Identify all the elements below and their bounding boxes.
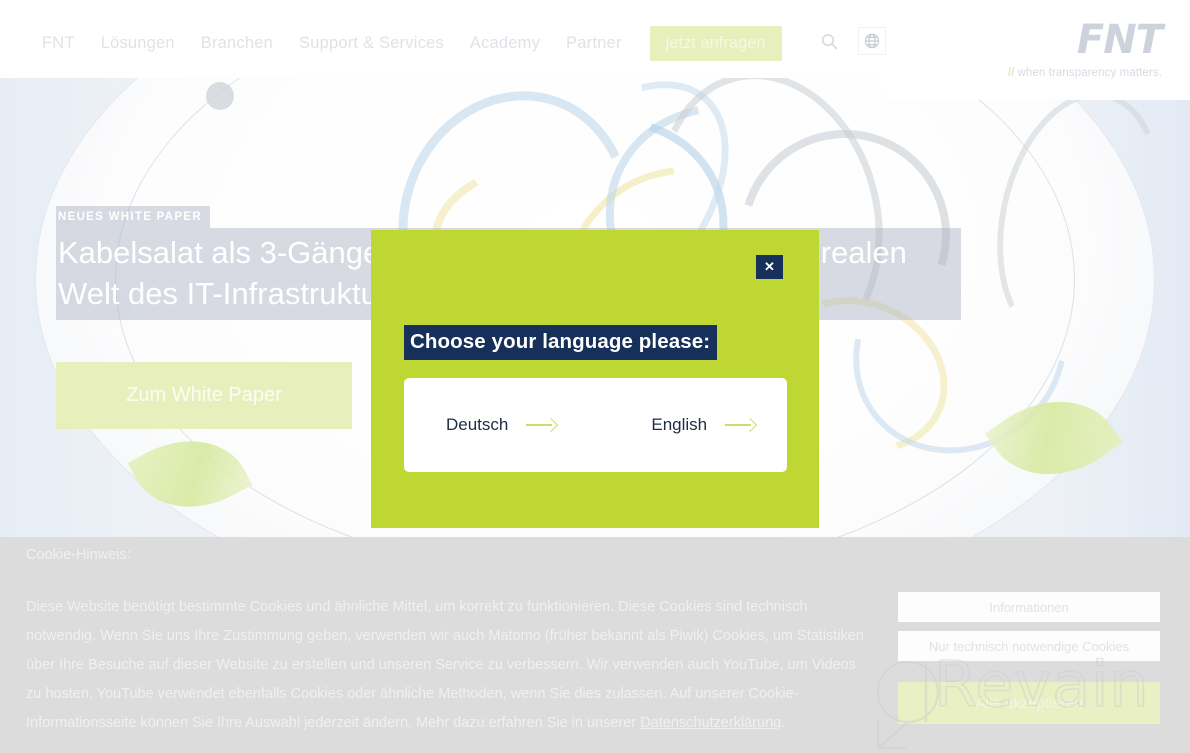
logo-tagline-text: when transparency matters.	[1017, 67, 1162, 79]
search-icon[interactable]	[816, 28, 842, 54]
logo-wordmark: FNT	[1076, 17, 1163, 63]
cookie-text-part-1: Diese Website benötigt bestimmte Cookies…	[26, 599, 864, 731]
nav-item-academy[interactable]: Academy	[470, 34, 540, 53]
main-navigation: FNT Lösungen Branchen Support & Services…	[42, 26, 782, 61]
site-header: FNT Lösungen Branchen Support & Services…	[0, 0, 1190, 100]
language-modal-heading: Choose your language please:	[404, 325, 718, 360]
cookie-text-part-2: .	[781, 715, 786, 731]
arrow-right-icon	[526, 418, 556, 432]
language-option-deutsch[interactable]: Deutsch	[446, 415, 556, 435]
hero-kicker: NEUES WHITE PAPER	[56, 206, 210, 228]
language-options-card: Deutsch English	[404, 378, 787, 472]
language-option-deutsch-label: Deutsch	[446, 415, 509, 434]
logo-tagline: //when transparency matters.	[1008, 67, 1162, 79]
nav-item-support-services[interactable]: Support & Services	[299, 34, 444, 53]
cookie-essential-button[interactable]: Nur technisch notwendige Cookies	[898, 631, 1160, 661]
nav-item-losungen[interactable]: Lösungen	[101, 34, 175, 53]
hero-white-paper-button[interactable]: Zum White Paper	[56, 362, 352, 430]
logo-tagline-slashes: //	[1007, 67, 1015, 79]
nav-item-branchen[interactable]: Branchen	[201, 34, 273, 53]
cookie-info-button[interactable]: Informationen	[898, 592, 1160, 622]
fnt-logo[interactable]: FNT //when transparency matters.	[1008, 17, 1163, 79]
nav-item-fnt[interactable]: FNT	[42, 34, 75, 53]
privacy-policy-link[interactable]: Datenschutzerklärung	[640, 715, 781, 731]
nav-item-partner[interactable]: Partner	[566, 34, 622, 53]
page-root: NEUES WHITE PAPER Kabelsalat als 3-Gänge…	[0, 0, 1190, 753]
language-option-english-label: English	[651, 415, 708, 434]
header-icon-group	[816, 27, 886, 55]
nav-request-button[interactable]: jetzt anfragen	[649, 26, 782, 61]
cookie-banner: Cookie-Hinweis: Diese Website benötigt b…	[0, 537, 1190, 753]
arrow-right-icon	[725, 418, 755, 432]
cookie-accept-all-button[interactable]: Alle akzeptieren	[898, 682, 1160, 724]
cookie-banner-text: Diese Website benötigt bestimmte Cookies…	[26, 593, 866, 738]
language-option-english[interactable]: English	[651, 415, 755, 435]
cookie-banner-actions: Informationen Nur technisch notwendige C…	[898, 592, 1160, 724]
language-selection-modal: ✕ Choose your language please: Deutsch E…	[371, 230, 819, 528]
close-icon[interactable]: ✕	[756, 255, 783, 279]
cookie-banner-title: Cookie-Hinweis:	[26, 547, 131, 563]
camera-dot	[206, 82, 234, 110]
globe-icon[interactable]	[858, 27, 886, 55]
